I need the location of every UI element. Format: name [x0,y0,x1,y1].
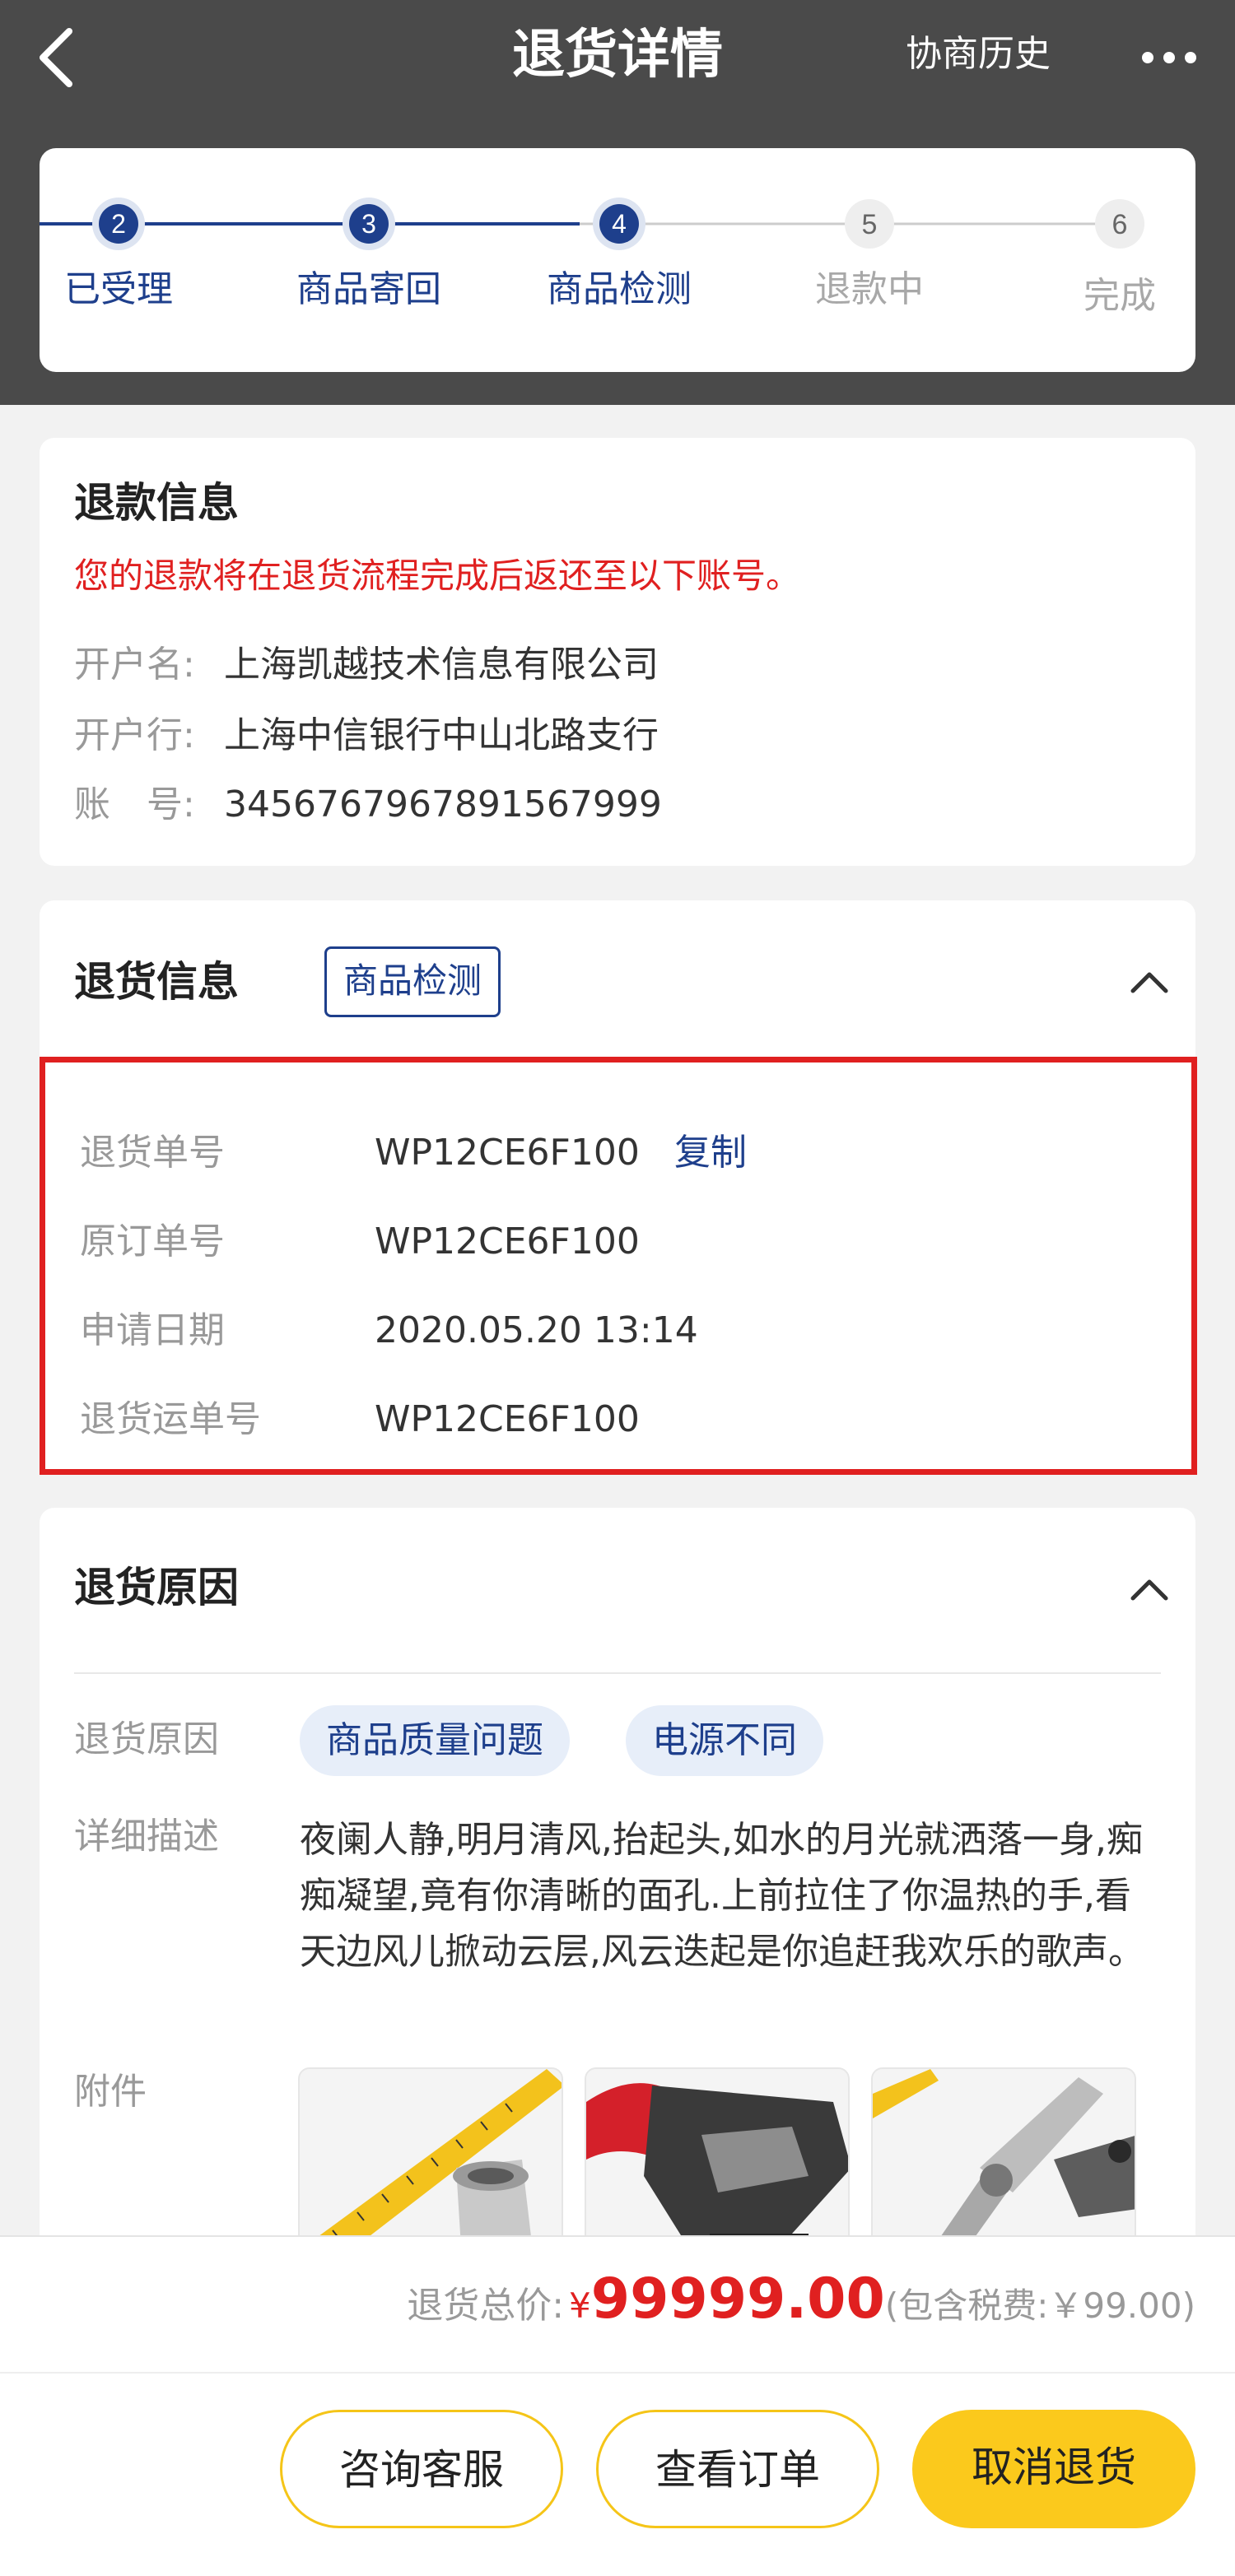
currency-symbol: ¥ [569,2285,591,2326]
step-label-inspection: 商品检测 [547,268,692,310]
account-name-label: 开户名: [74,644,195,686]
svg-text:2: 2 [111,209,126,239]
step-label-complete: 完成 [1084,275,1156,317]
nav-bar: 退货详情 协商历史 [0,0,1235,115]
account-number-value: 3456767967891567999 [224,783,662,825]
chevron-up-icon[interactable] [1125,961,1174,1002]
consult-service-button[interactable]: 咨询客服 [280,2410,563,2528]
return-reason-title: 退货原因 [74,1564,239,1611]
step-dot-3: 3 [343,198,395,250]
step-dot-2: 2 [92,198,145,250]
view-order-button[interactable]: 查看订单 [596,2410,879,2528]
total-price-amount: 99999.00 [590,2267,885,2332]
svg-text:3: 3 [361,209,376,239]
total-price: 退货总价: ¥ 99999.00 (包含税费:￥99.00) [407,2267,1195,2349]
refund-info-title: 退款信息 [74,479,239,527]
footer-bar: 退货总价: ¥ 99999.00 (包含税费:￥99.00) 咨询客服 查看订单… [0,2235,1235,2576]
header: 退货详情 协商历史 2 3 4 5 6 已受理 商品寄回 商品检测 退款中 完成 [0,0,1235,405]
description-text: 夜阑人静,明月清风,抬起头,如水的月光就洒落一身,痴痴凝望,竟有你清晰的面孔.上… [300,1819,1144,1973]
back-arrow-icon[interactable] [33,25,82,91]
apply-date-value: 2020.05.20 13:14 [375,1309,698,1351]
refund-info-card: 退款信息 您的退款将在退货流程完成后返还至以下账号。 开户名: 上海凯越技术信息… [40,438,1195,866]
return-info-card: 退货信息 商品检测 [40,900,1195,1057]
progress-steps: 2 3 4 5 6 已受理 商品寄回 商品检测 退款中 完成 [40,148,1195,372]
step-dot-4: 4 [593,198,645,250]
description-label: 详细描述 [74,1816,219,1858]
account-name-value: 上海凯越技术信息有限公司 [224,644,659,686]
cancel-return-button[interactable]: 取消退货 [912,2410,1195,2528]
step-label-accepted: 已受理 [64,268,173,310]
step-label-shipped-back: 商品寄回 [296,268,441,310]
waybill-number-label: 退货运单号 [80,1398,261,1440]
apply-date-label: 申请日期 [80,1309,225,1351]
svg-text:5: 5 [862,209,878,240]
tax-note: (包含税费:￥99.00) [884,2285,1195,2326]
step-dot-6: 6 [1095,199,1144,249]
order-number-value: WP12CE6F100 [375,1221,640,1262]
order-number-label: 原订单号 [80,1221,225,1262]
refund-note: 您的退款将在退货流程完成后返还至以下账号。 [74,556,801,596]
reason-chip-quality: 商品质量问题 [300,1705,570,1776]
bank-label: 开户行: [74,714,195,756]
reason-label: 退货原因 [74,1718,219,1760]
status-badge: 商品检测 [324,946,501,1017]
divider [0,2372,1235,2374]
copy-button[interactable]: 复制 [674,1128,747,1178]
step-dot-5: 5 [845,199,894,249]
waybill-number-value: WP12CE6F100 [375,1398,640,1440]
steps-track: 2 3 4 5 6 [40,198,1144,250]
reason-chip-power: 电源不同 [626,1705,823,1776]
svg-text:6: 6 [1112,209,1128,240]
return-number-label: 退货单号 [80,1132,225,1174]
return-reason-card: 退货原因 退货原因 商品质量问题 电源不同 详细描述 夜阑人静,明月清风,抬起头… [40,1508,1195,2331]
bank-value: 上海中信银行中山北路支行 [224,714,659,756]
history-link[interactable]: 协商历史 [906,30,1051,79]
step-label-refunding: 退款中 [815,268,924,310]
chevron-up-icon[interactable] [1125,1569,1174,1610]
attachment-label: 附件 [74,2071,147,2113]
return-info-title: 退货信息 [74,958,239,1006]
return-details-highlight: 退货单号 WP12CE6F100 复制 原订单号 WP12CE6F100 申请日… [40,1057,1197,1475]
svg-text:4: 4 [612,209,627,239]
return-number-value: WP12CE6F100 [375,1132,640,1174]
total-price-label: 退货总价: [407,2285,565,2327]
divider [74,1672,1161,1674]
account-number-label: 账 号: [74,783,195,825]
more-dots-icon[interactable] [1136,33,1202,82]
